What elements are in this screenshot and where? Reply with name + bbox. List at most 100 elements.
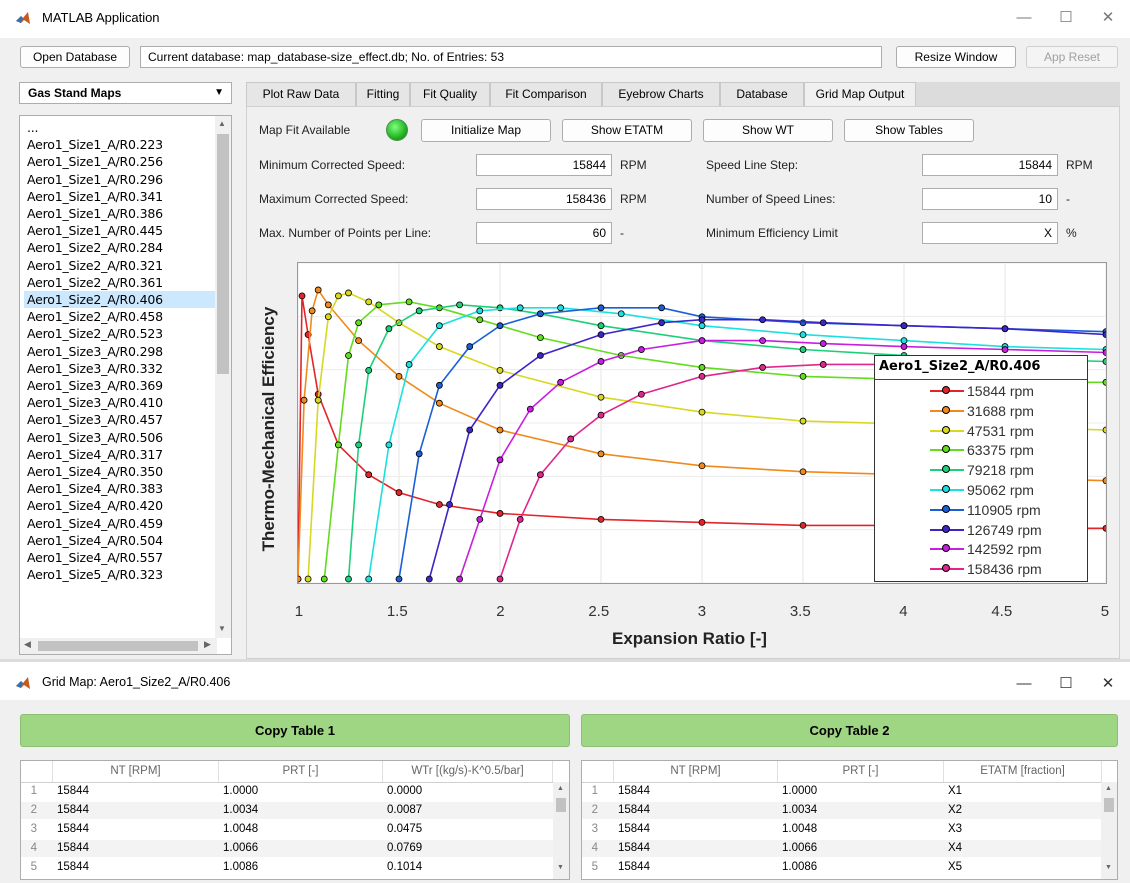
tab-grid-map-output[interactable]: Grid Map Output	[804, 82, 916, 107]
legend-entry[interactable]: 126749 rpm	[930, 521, 1080, 539]
list-item[interactable]: Aero1_Size2_A/R0.284	[24, 239, 222, 256]
list-item[interactable]: Aero1_Size3_A/R0.457	[24, 411, 222, 428]
scroll-up-icon[interactable]: ▲	[557, 785, 564, 792]
map-type-dropdown[interactable]: Gas Stand Maps ▼	[19, 82, 232, 104]
show-etatm-button[interactable]: Show ETATM	[562, 119, 692, 142]
copy-table-2-button[interactable]: Copy Table 2	[581, 714, 1118, 747]
table-cell[interactable]: 0.0000	[383, 783, 533, 800]
table-cell[interactable]: 1.0086	[219, 859, 383, 876]
minimize-button[interactable]: —	[1012, 8, 1036, 28]
legend-entry[interactable]: 47531 rpm	[930, 422, 1080, 440]
table-cell[interactable]: 15844	[53, 802, 219, 819]
scroll-thumb[interactable]	[556, 798, 566, 812]
tab-plot-raw-data[interactable]: Plot Raw Data	[246, 82, 356, 106]
list-item[interactable]: Aero1_Size3_A/R0.298	[24, 343, 222, 360]
scroll-down-icon[interactable]: ▼	[557, 864, 564, 871]
col-header-nt[interactable]: NT [RPM]	[614, 761, 778, 782]
table-cell[interactable]: 1.0066	[219, 840, 383, 857]
list-item[interactable]: Aero1_Size4_A/R0.420	[24, 497, 222, 514]
grid-minimize-button[interactable]: —	[1012, 674, 1036, 694]
resize-window-button[interactable]: Resize Window	[896, 46, 1016, 68]
col-header-prt[interactable]: PRT [-]	[778, 761, 944, 782]
speed-step-input[interactable]: 15844	[922, 154, 1058, 176]
table-cell[interactable]: X1	[944, 783, 1084, 800]
table-cell[interactable]: X5	[944, 859, 1084, 876]
h-scroll-thumb[interactable]	[38, 641, 198, 651]
table-2-scrollbar[interactable]: ▲ ▼	[1101, 782, 1117, 879]
list-item[interactable]: Aero1_Size3_A/R0.369	[24, 377, 222, 394]
scroll-up-icon[interactable]: ▲	[218, 119, 226, 128]
table-row[interactable]: 2 15844 1.0034 0.0087	[21, 802, 569, 819]
table-cell[interactable]: 15844	[53, 821, 219, 838]
table-row[interactable]: 1 15844 1.0000 X1	[582, 783, 1117, 800]
list-item[interactable]: ...	[24, 119, 222, 136]
grid-table-1[interactable]: NT [RPM] PRT [-] WTr [(kg/s)-K^0.5/bar] …	[20, 760, 570, 880]
list-item[interactable]: Aero1_Size2_A/R0.321	[24, 257, 222, 274]
col-header-prt[interactable]: PRT [-]	[219, 761, 383, 782]
table-cell[interactable]: 1.0066	[778, 840, 944, 857]
table-cell[interactable]: 15844	[614, 859, 778, 876]
list-item[interactable]: Aero1_Size1_A/R0.223	[24, 136, 222, 153]
tab-fit-comparison[interactable]: Fit Comparison	[490, 82, 602, 106]
tab-database[interactable]: Database	[720, 82, 804, 106]
initialize-map-button[interactable]: Initialize Map	[421, 119, 551, 142]
table-cell[interactable]: 1.0048	[778, 821, 944, 838]
table-cell[interactable]: 1.0034	[778, 802, 944, 819]
open-database-button[interactable]: Open Database	[20, 46, 130, 68]
table-row[interactable]: 5 15844 1.0086 X5	[582, 859, 1117, 876]
scroll-up-icon[interactable]: ▲	[1105, 785, 1112, 792]
legend-entry[interactable]: 95062 rpm	[930, 481, 1080, 499]
map-list[interactable]: ... Aero1_Size1_A/R0.223 Aero1_Size1_A/R0.…	[19, 115, 232, 655]
app-reset-button[interactable]: App Reset	[1026, 46, 1118, 68]
min-speed-input[interactable]: 15844	[476, 154, 612, 176]
table-cell[interactable]: 1.0000	[219, 783, 383, 800]
show-wt-button[interactable]: Show WT	[703, 119, 833, 142]
list-vertical-scrollbar[interactable]: ▲ ▼	[215, 116, 231, 638]
list-item[interactable]: Aero1_Size3_A/R0.332	[24, 360, 222, 377]
list-item[interactable]: Aero1_Size4_A/R0.383	[24, 480, 222, 497]
list-item[interactable]: Aero1_Size3_A/R0.506	[24, 429, 222, 446]
scroll-down-icon[interactable]: ▼	[1105, 864, 1112, 871]
col-header-nt[interactable]: NT [RPM]	[53, 761, 219, 782]
tab-eyebrow-charts[interactable]: Eyebrow Charts	[602, 82, 720, 106]
tab-fitting[interactable]: Fitting	[356, 82, 410, 106]
scroll-left-icon[interactable]: ◀	[24, 639, 31, 650]
list-item[interactable]: Aero1_Size2_A/R0.406	[24, 291, 222, 308]
scroll-thumb[interactable]	[1104, 798, 1114, 812]
table-cell[interactable]: 15844	[53, 783, 219, 800]
scroll-right-icon[interactable]: ▶	[204, 639, 211, 650]
table-row[interactable]: 3 15844 1.0048 X3	[582, 821, 1117, 838]
tab-fit-quality[interactable]: Fit Quality	[410, 82, 490, 106]
list-item[interactable]: Aero1_Size3_A/R0.410	[24, 394, 222, 411]
chart-legend[interactable]: Aero1_Size2_A/R0.406 15844 rpm 31688 rpm 4…	[874, 355, 1088, 582]
table-cell[interactable]: 1.0086	[778, 859, 944, 876]
col-header-wtr[interactable]: WTr [(kg/s)-K^0.5/bar]	[383, 761, 553, 782]
table-cell[interactable]: 1.0034	[219, 802, 383, 819]
min-eff-input[interactable]: X	[922, 222, 1058, 244]
legend-entry[interactable]: 63375 rpm	[930, 441, 1080, 459]
show-tables-button[interactable]: Show Tables	[844, 119, 974, 142]
list-item[interactable]: Aero1_Size5_A/R0.323	[24, 566, 222, 583]
table-cell[interactable]: 15844	[614, 783, 778, 800]
table-row[interactable]: 4 15844 1.0066 X4	[582, 840, 1117, 857]
maximize-button[interactable]: ☐	[1054, 8, 1078, 28]
legend-entry[interactable]: 31688 rpm	[930, 402, 1080, 420]
list-item[interactable]: Aero1_Size2_A/R0.523	[24, 325, 222, 342]
list-item[interactable]: Aero1_Size2_A/R0.458	[24, 308, 222, 325]
table-row[interactable]: 1 15844 1.0000 0.0000	[21, 783, 569, 800]
table-cell[interactable]: 15844	[614, 821, 778, 838]
scroll-thumb[interactable]	[217, 134, 229, 374]
table-cell[interactable]: 0.0769	[383, 840, 533, 857]
list-item[interactable]: Aero1_Size1_A/R0.341	[24, 188, 222, 205]
list-item[interactable]: Aero1_Size4_A/R0.459	[24, 515, 222, 532]
list-horizontal-scrollbar[interactable]: ◀ ▶	[20, 638, 217, 654]
table-cell[interactable]: 15844	[53, 840, 219, 857]
list-item[interactable]: Aero1_Size4_A/R0.350	[24, 463, 222, 480]
legend-entry[interactable]: 79218 rpm	[930, 461, 1080, 479]
table-cell[interactable]: 0.0087	[383, 802, 533, 819]
table-row[interactable]: 5 15844 1.0086 0.1014	[21, 859, 569, 876]
grid-table-2[interactable]: NT [RPM] PRT [-] ETATM [fraction] 1 15844…	[581, 760, 1118, 880]
list-item[interactable]: Aero1_Size4_A/R0.317	[24, 446, 222, 463]
list-item[interactable]: Aero1_Size1_A/R0.445	[24, 222, 222, 239]
table-cell[interactable]: 15844	[53, 859, 219, 876]
